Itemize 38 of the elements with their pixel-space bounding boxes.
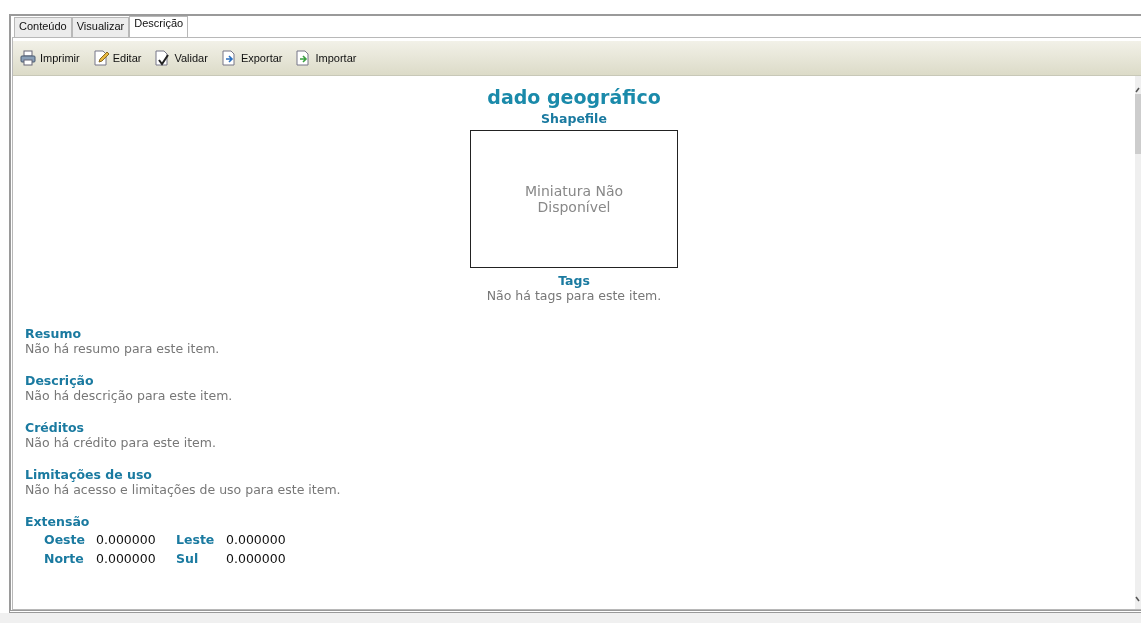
extent-label: Norte [44,551,85,566]
import-document-icon [295,50,312,66]
section-text: Não há acesso e limitações de uso para este item. [25,482,342,497]
section-text: Não há crédito para este item. [25,435,217,450]
edit-document-icon [92,50,109,66]
tab[interactable]: Conteúdo [14,17,72,37]
tab[interactable]: Visualizar [71,17,130,37]
toolbar-button[interactable]: Exportar [220,50,283,66]
item-title: dado geográfico [487,86,661,108]
section-heading: Créditos [25,420,86,435]
tab[interactable]: Descrição [129,16,189,37]
scroll-up-icon[interactable] [1135,86,1141,94]
extent-value: 0.000000 [96,532,157,547]
extent-label: Sul [176,551,200,566]
section-heading: Descrição [25,373,95,388]
printer-icon [20,50,36,66]
section-text: Não há descrição para este item. [25,388,234,403]
extent-value: 0.000000 [96,551,157,566]
toolbar-button[interactable]: Importar [295,50,357,66]
toolbar-button[interactable]: Validar [154,50,208,66]
section-text: Não há resumo para este item. [25,341,221,356]
extent-label: Leste [176,532,216,547]
vertical-scrollbar[interactable] [1135,76,1141,609]
extent-label: Oeste [44,532,86,547]
section-heading: Extensão [25,514,91,529]
section-heading: Limitações de uso [25,467,153,482]
item-type: Shapefile [541,111,607,126]
section-text: Não há tags para este item. [486,288,662,303]
extent-value: 0.000000 [226,551,287,566]
scroll-down-icon[interactable] [1135,595,1141,603]
export-document-icon [220,50,237,66]
toolbar-button[interactable]: Imprimir [20,50,80,66]
section-heading: Resumo [25,326,83,341]
toolbar-button[interactable]: Editar [92,50,142,66]
extent-value: 0.000000 [226,532,287,547]
section-heading: Tags [558,273,590,288]
thumbnail-placeholder-text: Miniatura Não Disponível [523,183,625,215]
checked-document-icon [154,50,171,66]
